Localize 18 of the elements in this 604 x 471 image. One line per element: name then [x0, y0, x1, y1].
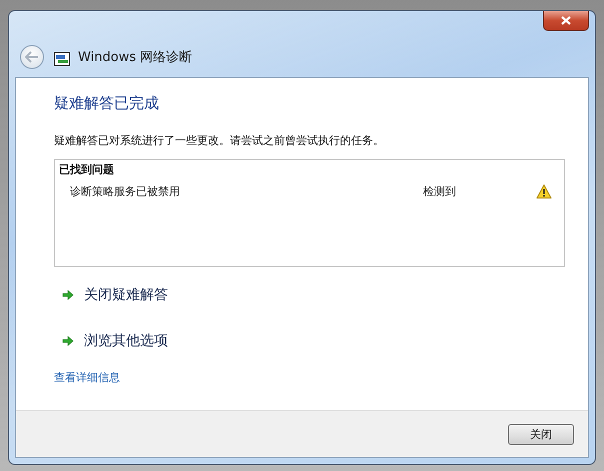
warning-icon	[536, 184, 552, 199]
network-diagnostics-icon	[54, 52, 70, 66]
close-button[interactable]	[543, 11, 589, 31]
action-link[interactable]: 浏览其他选项	[62, 332, 168, 350]
problems-title: 已找到问题	[59, 162, 115, 177]
arrow-icon	[62, 335, 74, 347]
back-arrow-icon	[25, 51, 39, 63]
details-link[interactable]: 查看详细信息	[54, 370, 120, 385]
window-title: Windows 网络诊断	[78, 49, 192, 66]
close-icon	[561, 16, 571, 25]
close-dialog-button[interactable]: 关闭	[508, 424, 574, 444]
arrow-icon	[62, 289, 74, 301]
back-button[interactable]	[20, 45, 44, 69]
problem-name: 诊断策略服务已被禁用	[70, 184, 181, 199]
problem-status: 检测到	[423, 184, 457, 199]
description-text: 疑难解答已对系统进行了一些更改。请尝试之前曾尝试执行的任务。	[54, 133, 385, 148]
page-heading: 疑难解答已完成	[54, 94, 160, 113]
action-link[interactable]: 关闭疑难解答	[62, 286, 168, 304]
